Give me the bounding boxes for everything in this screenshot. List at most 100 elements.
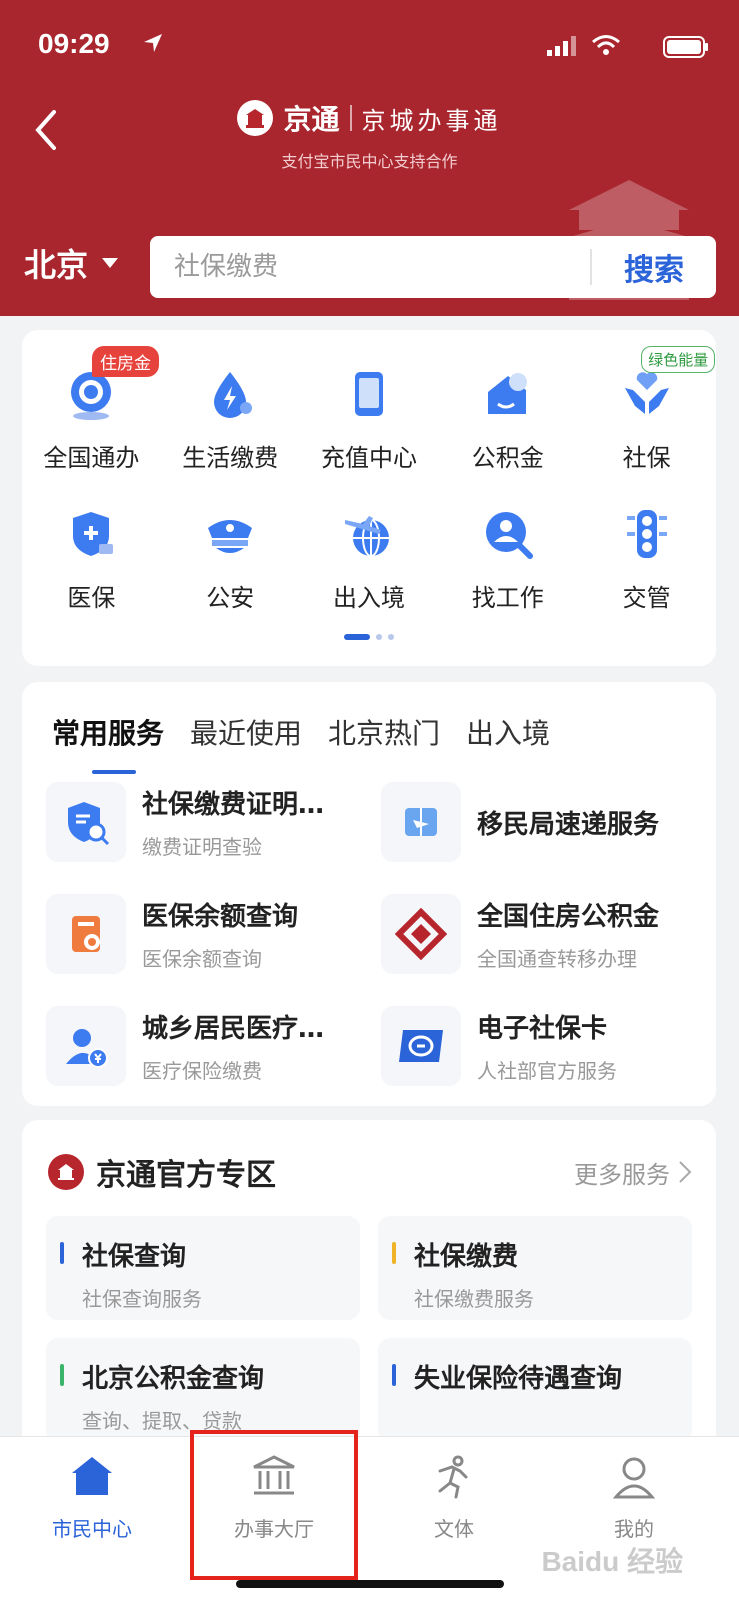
jingtong-emblem-icon	[48, 1154, 84, 1190]
wifi-icon	[592, 35, 620, 55]
tab-mine[interactable]: 我的	[554, 1455, 714, 1542]
grid-item-police[interactable]: 公安	[161, 498, 300, 638]
grid-item-utilities[interactable]: 生活缴费	[161, 358, 300, 498]
official-item-ss-payment[interactable]: 社保缴费 社保缴费服务	[378, 1216, 692, 1320]
traffic-light-icon	[626, 510, 667, 558]
job-search-icon	[485, 512, 533, 559]
grid-label: 医保	[67, 584, 116, 612]
service-subtitle: 医保余额查询	[142, 947, 262, 971]
tab-culture-sports[interactable]: 文体	[374, 1455, 534, 1542]
logo-name: 京通	[283, 103, 340, 136]
app-header: 09:29 京通 京城办事通 支付宝市民中心支持合作 北京 社保缴费 搜索	[0, 0, 739, 316]
service-item-resident-medical[interactable]: 城乡居民医疗… 医疗保险缴费	[46, 1006, 357, 1086]
service-item-national-housing-fund[interactable]: 全国住房公积金全国通查转移办理	[381, 894, 692, 974]
grid-item-recharge[interactable]: 充值中心	[300, 358, 439, 498]
accent-bar	[60, 1242, 64, 1264]
grid-item-exit-entry[interactable]: 出入境	[300, 498, 439, 638]
grid-item-housing-fund[interactable]: 公积金	[438, 358, 577, 498]
service-subtitle: 医疗保险缴费	[142, 1059, 262, 1083]
service-grid: 住房金 全国通办 生活缴费 充值中心 公积金 绿色能量 社保 医保 公安 出入境…	[22, 330, 716, 638]
page-dot-active	[344, 634, 370, 640]
app-logo: 京通 京城办事通 支付宝市民中心支持合作	[0, 98, 739, 172]
grid-item-traffic[interactable]: 交管	[577, 498, 716, 638]
service-title: 社保缴费证明…	[142, 790, 325, 820]
service-title: 医保余额查询	[142, 902, 299, 932]
tab-citizen-center[interactable]: 市民中心	[12, 1455, 172, 1542]
status-time: 09:29	[38, 28, 110, 59]
search-button[interactable]: 搜索	[592, 245, 716, 289]
page-indicator	[22, 634, 716, 640]
official-items: 社保查询 社保查询服务 社保缴费 社保缴费服务 北京公积金查询 查询、提取、贷款…	[46, 1216, 692, 1442]
service-item-e-ss-card[interactable]: 电子社保卡人社部官方服务	[381, 1006, 692, 1086]
accent-bar	[392, 1242, 396, 1264]
medical-card-icon	[46, 894, 126, 974]
grid-label: 充值中心	[320, 444, 417, 472]
accent-bar	[392, 1364, 396, 1386]
service-title: 全国住房公积金	[477, 902, 660, 932]
page-dot	[376, 634, 382, 640]
official-item-name: 社保缴费	[414, 1242, 519, 1272]
service-subtitle: 全国通查转移办理	[477, 947, 637, 971]
grid-item-medical[interactable]: 医保	[22, 498, 161, 638]
caret-down-icon	[102, 258, 119, 268]
page-dot	[388, 634, 394, 640]
city-name: 北京	[24, 246, 89, 284]
service-subtitle: 缴费证明查验	[142, 835, 262, 859]
city-selector[interactable]: 北京	[24, 240, 119, 286]
service-item-ss-certificate[interactable]: 社保缴费证明… 缴费证明查验	[46, 782, 357, 862]
grid-item-job-search[interactable]: 找工作	[438, 498, 577, 638]
official-item-name: 北京公积金查询	[82, 1364, 265, 1394]
official-item-name: 社保查询	[82, 1242, 187, 1272]
logo-caption: 支付宝市民中心支持合作	[281, 152, 458, 171]
tab-beijing-hot[interactable]: 北京热门	[328, 712, 440, 752]
grid-label: 生活缴费	[182, 444, 279, 472]
official-item-unemployment[interactable]: 失业保险待遇查询	[378, 1338, 692, 1442]
grid-item-national[interactable]: 住房金 全国通办	[22, 346, 161, 498]
grid-label: 出入境	[332, 584, 405, 612]
tab-common-services[interactable]: 常用服务	[52, 712, 164, 774]
service-item-immigration-express[interactable]: 移民局速递服务	[381, 782, 692, 862]
common-services-card: 常用服务 最近使用 北京热门 出入境 社保缴费证明… 缴费证明查验 移民局速递服务…	[22, 682, 716, 1106]
watermark: Baidu 经验	[541, 1546, 683, 1577]
tab-label: 市民中心	[52, 1517, 132, 1541]
grid-label: 交管	[622, 584, 671, 612]
certificate-shield-icon	[46, 782, 126, 862]
grid-item-social-security[interactable]: 绿色能量 社保	[577, 346, 716, 498]
official-item-ss-query[interactable]: 社保查询 社保查询服务	[46, 1216, 360, 1320]
tab-underline	[92, 770, 136, 774]
official-item-desc: 社保缴费服务	[414, 1287, 534, 1311]
official-item-desc: 社保查询服务	[82, 1287, 202, 1311]
search-bar[interactable]: 搜索	[150, 236, 716, 298]
service-subtitle: 人社部官方服务	[477, 1059, 617, 1083]
housing-fund-logo-icon	[381, 894, 461, 974]
police-cap-icon	[208, 520, 253, 553]
service-title: 移民局速递服务	[477, 809, 660, 840]
search-input[interactable]	[150, 252, 590, 282]
service-title: 电子社保卡	[477, 1014, 608, 1044]
service-grid-card: 住房金 全国通办 生活缴费 充值中心 公积金 绿色能量 社保 医保 公安 出入境…	[22, 330, 716, 666]
location-arrow-icon	[144, 34, 162, 52]
person-payment-icon	[46, 1006, 126, 1086]
tab-exit-entry[interactable]: 出入境	[466, 712, 550, 752]
grid-label: 全国通办	[43, 444, 140, 472]
service-tabs: 常用服务 最近使用 北京热门 出入境	[52, 712, 550, 774]
home-icon	[72, 1457, 112, 1495]
person-icon	[612, 1457, 656, 1499]
green-energy-badge: 绿色能量	[641, 346, 716, 373]
house-fund-icon	[487, 373, 527, 414]
grid-label: 社保	[622, 444, 671, 472]
service-item-medical-balance[interactable]: 医保余额查询 医保余额查询	[46, 894, 357, 974]
tab-recent[interactable]: 最近使用	[190, 712, 302, 752]
express-book-icon	[381, 782, 461, 862]
service-list: 社保缴费证明… 缴费证明查验 移民局速递服务 医保余额查询 医保余额查询 全国住房公…	[46, 782, 692, 1086]
grid-label: 找工作	[471, 584, 544, 612]
plane-globe-icon	[344, 516, 389, 557]
tab-label: 文体	[434, 1517, 474, 1541]
medical-shield-icon	[73, 512, 114, 556]
highlight-box	[190, 1430, 358, 1580]
grid-label: 公积金	[471, 444, 544, 472]
accent-bar	[60, 1364, 64, 1386]
more-services-link[interactable]: 更多服务	[574, 1155, 692, 1190]
official-item-beijing-fund[interactable]: 北京公积金查询 查询、提取、贷款	[46, 1338, 360, 1442]
chevron-right-icon	[679, 1161, 692, 1183]
